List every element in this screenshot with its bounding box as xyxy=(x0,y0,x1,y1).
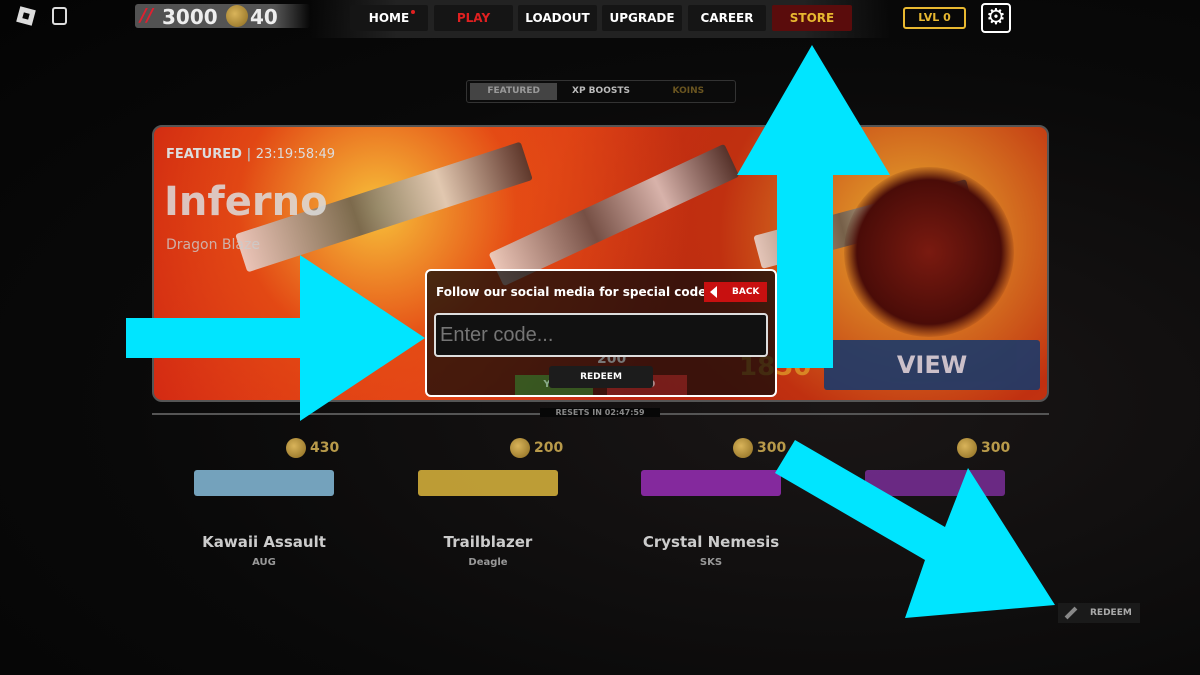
arrow-up-icon xyxy=(737,45,890,368)
annotation-arrows xyxy=(126,45,1055,618)
arrow-diagonal-icon xyxy=(775,440,1055,618)
arrow-right-icon xyxy=(126,255,425,421)
